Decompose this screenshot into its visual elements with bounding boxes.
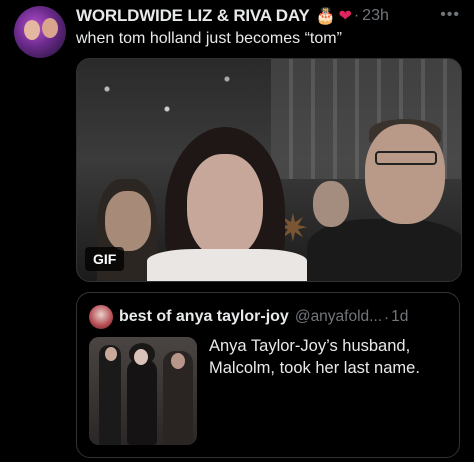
quoted-handle[interactable]: @anyafold... bbox=[295, 308, 382, 326]
heart-emoji-icon: ❤ bbox=[338, 8, 352, 25]
cake-emoji-icon: 🎂 bbox=[315, 8, 336, 25]
avatar-face-left bbox=[24, 20, 40, 40]
quoted-tweet[interactable]: best of anya taylor-joy @anyafold... · 1… bbox=[76, 292, 460, 458]
quoted-text-line: Malcolm, took her last name. bbox=[209, 359, 420, 377]
quoted-timestamp[interactable]: 1d bbox=[391, 308, 408, 326]
quoted-display-name[interactable]: best of anya taylor-joy bbox=[119, 308, 289, 326]
quoted-text-line: Anya Taylor-Joy’s husband, bbox=[209, 337, 411, 355]
timestamp[interactable]: 23h bbox=[362, 7, 389, 25]
avatar[interactable] bbox=[14, 6, 66, 58]
gif-frame-image: ✷ bbox=[77, 59, 461, 281]
gif-badge: GIF bbox=[85, 247, 125, 271]
display-name[interactable]: WORLDWIDE LIZ & RIVA DAY bbox=[76, 6, 310, 26]
quoted-tweet-header: best of anya taylor-joy @anyafold... · 1… bbox=[119, 305, 451, 329]
separator-dot: · bbox=[353, 7, 360, 24]
quoted-avatar[interactable] bbox=[89, 305, 113, 329]
more-options-icon[interactable]: ••• bbox=[440, 6, 460, 24]
separator-dot: · bbox=[384, 308, 390, 326]
quoted-thumbnail-image[interactable] bbox=[89, 337, 197, 445]
avatar-face-right bbox=[42, 18, 58, 38]
tweet-header: WORLDWIDE LIZ & RIVA DAY 🎂 ❤ · 23h bbox=[76, 4, 464, 28]
gif-media[interactable]: ✷ GIF bbox=[76, 58, 462, 282]
quoted-tweet-text: Anya Taylor-Joy’s husband, Malcolm, took… bbox=[209, 335, 449, 379]
tweet-text: when tom holland just becomes “tom” bbox=[76, 30, 342, 47]
